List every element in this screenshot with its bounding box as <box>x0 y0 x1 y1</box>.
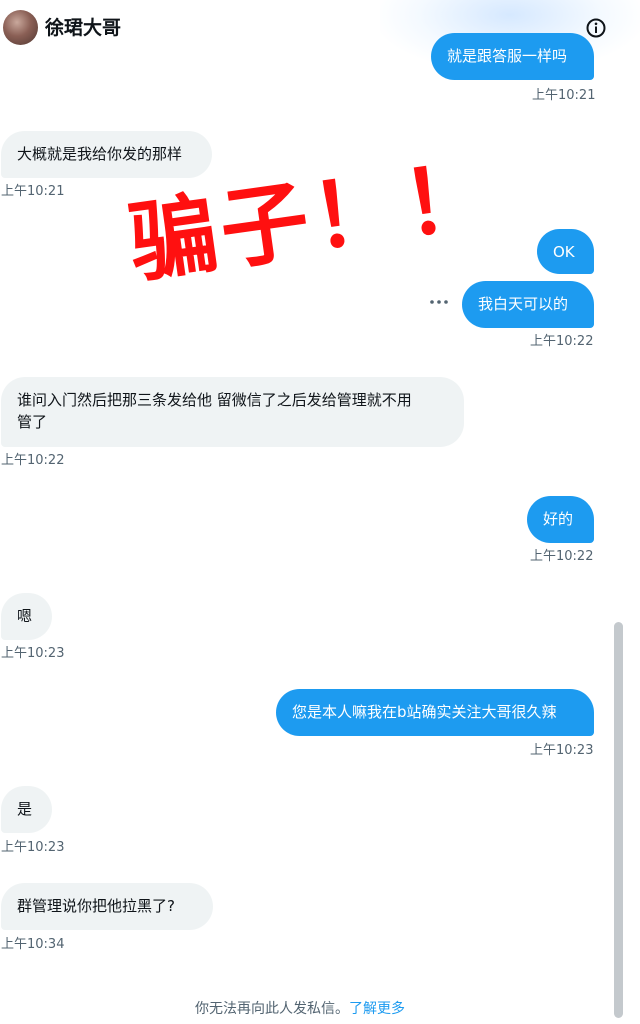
message-timestamp: 上午10:21 <box>532 88 596 103</box>
info-icon[interactable] <box>585 17 607 39</box>
message-bubble-incoming[interactable]: 嗯 <box>1 593 52 640</box>
message-timestamp: 上午10:22 <box>530 549 594 564</box>
message-timestamp: 上午10:22 <box>1 453 65 468</box>
dm-disabled-text: 你无法再向此人发私信。 <box>195 1001 349 1017</box>
message-timestamp: 上午10:23 <box>1 646 65 661</box>
dm-disabled-notice: 你无法再向此人发私信。了解更多 <box>0 998 600 1020</box>
message-bubble-incoming[interactable]: 谁问入门然后把那三条发给他 留微信了之后发给管理就不用 管了 <box>1 377 464 447</box>
message-timestamp: 上午10:22 <box>530 334 594 349</box>
message-bubble-outgoing[interactable]: 我白天可以的 <box>462 281 594 328</box>
learn-more-link[interactable]: 了解更多 <box>349 1001 405 1017</box>
avatar[interactable] <box>3 10 38 45</box>
message-bubble-outgoing[interactable]: 您是本人嘛我在b站确实关注大哥很久辣 <box>276 689 594 736</box>
scrollbar-thumb[interactable] <box>614 622 623 1018</box>
message-bubble-outgoing[interactable]: OK <box>537 229 594 274</box>
message-timestamp: 上午10:23 <box>530 743 594 758</box>
message-bubble-outgoing[interactable]: 就是跟答服一样吗 <box>431 33 594 80</box>
message-timestamp: 上午10:23 <box>1 840 65 855</box>
message-bubble-outgoing[interactable]: 好的 <box>527 496 594 543</box>
message-line: 管了 <box>17 413 48 431</box>
message-timestamp: 上午10:21 <box>1 184 65 199</box>
more-options-icon[interactable] <box>429 294 449 310</box>
message-bubble-incoming[interactable]: 是 <box>1 786 52 833</box>
message-bubble-incoming[interactable]: 大概就是我给你发的那样 <box>1 131 212 178</box>
message-line: 谁问入门然后把那三条发给他 留微信了之后发给管理就不用 <box>17 391 412 409</box>
message-bubble-incoming[interactable]: 群管理说你把他拉黑了? <box>1 883 213 930</box>
message-timestamp: 上午10:34 <box>1 937 65 952</box>
conversation-title[interactable]: 徐珺大哥 <box>45 16 121 40</box>
